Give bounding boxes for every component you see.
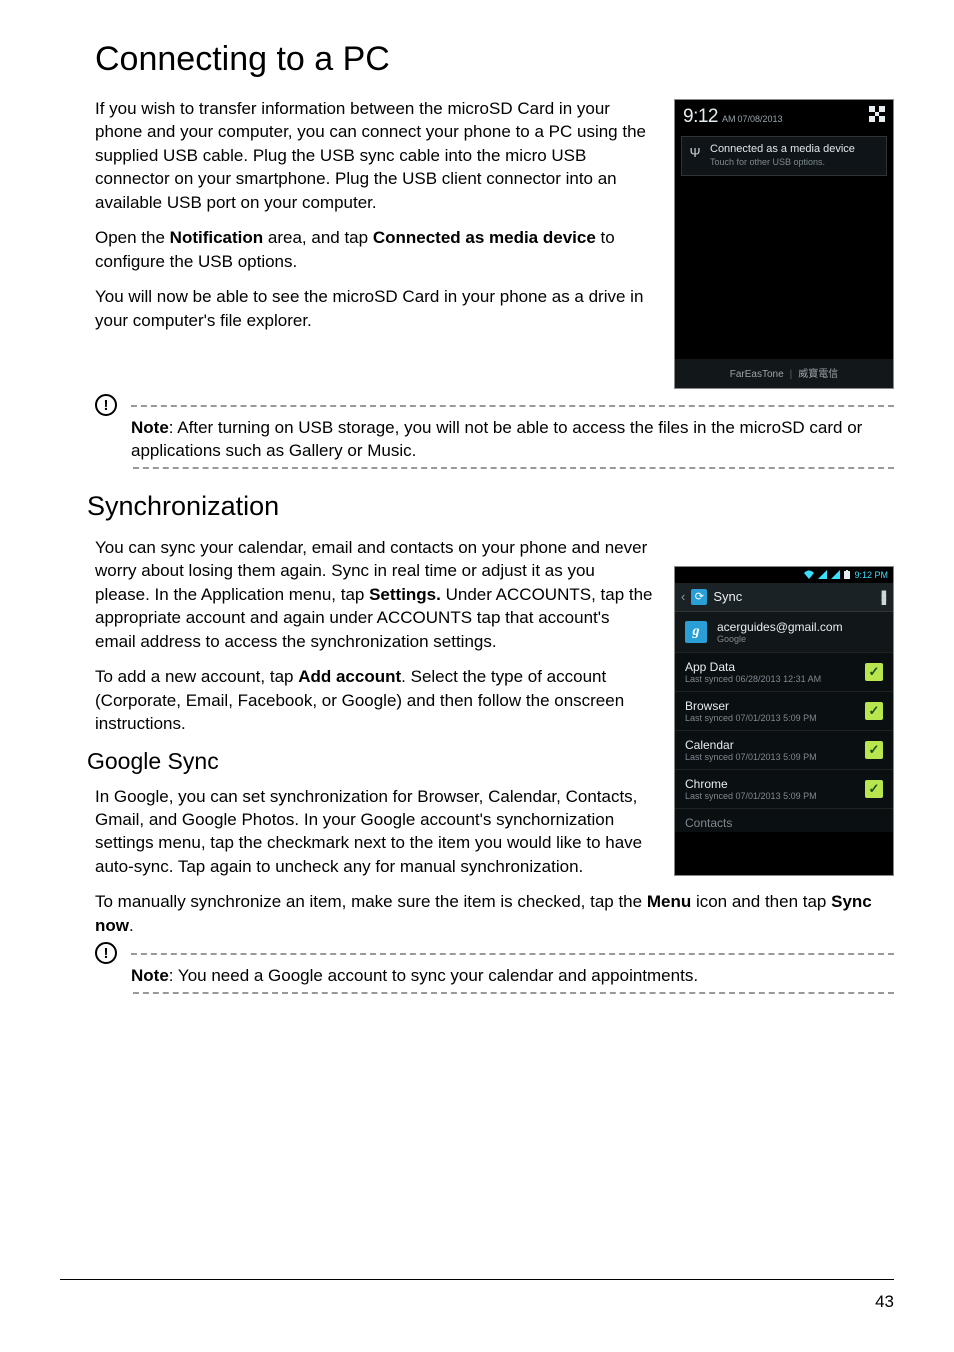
sync-item: CalendarLast synced 07/01/2013 5:09 PM ✓	[675, 731, 893, 770]
para-5: To add a new account, tap Add account. S…	[95, 665, 654, 735]
carrier-left: FarEasTone	[730, 369, 784, 380]
para-2-d: Connected as media device	[373, 228, 596, 247]
wifi-icon	[804, 570, 814, 579]
para-4-b: Settings.	[369, 585, 441, 604]
account-email: acerguides@gmail.com	[717, 620, 843, 634]
para-1: If you wish to transfer information betw…	[95, 97, 654, 214]
heading-google-sync: Google Sync	[87, 748, 654, 775]
menu-icon: ∎∎∎	[880, 591, 887, 603]
sync-item-name: App Data	[685, 660, 821, 674]
status-bar: 9:12 AM07/08/2013	[675, 100, 893, 132]
heading-synchronization: Synchronization	[87, 491, 894, 522]
para-7-a: To manually synchronize an item, make su…	[95, 892, 647, 911]
notification-item: Ψ Connected as a media device Touch for …	[681, 136, 887, 176]
sync-item-sub: Last synced 06/28/2013 12:31 AM	[685, 674, 821, 684]
sync-item-sub: Last synced 07/01/2013 5:09 PM	[685, 791, 817, 801]
note-1-body: : After turning on USB storage, you will…	[131, 418, 862, 460]
sync-header: ‹ ⟳ Sync ∎∎∎	[675, 583, 893, 612]
page-number: 43	[875, 1292, 894, 1312]
sync-header-title: Sync	[713, 589, 742, 604]
note-2: ! Note: You need a Google account to syn…	[95, 953, 894, 993]
para-2: Open the Notification area, and tap Conn…	[95, 226, 654, 273]
screenshot-notification-panel: 9:12 AM07/08/2013 Ψ Connected as a media…	[674, 99, 894, 389]
para-7-e: .	[129, 916, 134, 935]
carrier-right: 威寶電信	[798, 369, 838, 380]
notification-title: Connected as a media device	[710, 143, 878, 155]
status-ampm: AM	[720, 114, 736, 124]
checkmark-icon: ✓	[865, 663, 883, 681]
para-5-b: Add account	[298, 667, 401, 686]
para-4: You can sync your calendar, email and co…	[95, 536, 654, 653]
account-provider: Google	[717, 634, 843, 644]
para-7-b: Menu	[647, 892, 691, 911]
note-icon: !	[95, 394, 117, 416]
quick-settings-icon	[869, 106, 885, 122]
checkmark-icon: ✓	[865, 702, 883, 720]
usb-icon: Ψ	[688, 145, 702, 159]
para-2-a: Open the	[95, 228, 170, 247]
sync-item-name: Browser	[685, 699, 817, 713]
signal-icon	[818, 570, 827, 579]
status-time-2: 9:12 PM	[854, 570, 888, 580]
para-2-c: area, and tap	[263, 228, 373, 247]
note-2-text: Note: You need a Google account to sync …	[131, 964, 894, 987]
para-5-a: To add a new account, tap	[95, 667, 298, 686]
sync-item-partial: Contacts	[675, 809, 893, 832]
sync-item-partial-name: Contacts	[685, 816, 732, 830]
note-2-label: Note	[131, 966, 169, 985]
checkmark-icon: ✓	[865, 741, 883, 759]
para-2-b: Notification	[170, 228, 264, 247]
footer-rule	[60, 1279, 894, 1280]
signal-icon-2	[831, 570, 840, 579]
para-7: To manually synchronize an item, make su…	[95, 890, 894, 937]
back-icon: ‹	[681, 589, 685, 604]
carrier-label: FarEasTone | 威寶電信	[675, 359, 893, 388]
sync-item-name: Calendar	[685, 738, 817, 752]
sync-item-name: Chrome	[685, 777, 817, 791]
note-1-text: Note: After turning on USB storage, you …	[131, 416, 894, 463]
page-title: Connecting to a PC	[95, 40, 894, 79]
checkmark-icon: ✓	[865, 780, 883, 798]
status-time: 9:12	[683, 106, 718, 127]
para-3: You will now be able to see the microSD …	[95, 285, 654, 332]
status-bar-2: 9:12 PM	[675, 567, 893, 583]
google-icon: g	[685, 621, 707, 643]
para-6: In Google, you can set synchronization f…	[95, 785, 654, 879]
battery-icon	[844, 570, 850, 579]
account-row: g acerguides@gmail.com Google	[675, 612, 893, 653]
sync-item: App DataLast synced 06/28/2013 12:31 AM ✓	[675, 653, 893, 692]
screenshot-sync-settings: 9:12 PM ‹ ⟳ Sync ∎∎∎ g acerguides@gmail.…	[674, 566, 894, 876]
sync-item-sub: Last synced 07/01/2013 5:09 PM	[685, 752, 817, 762]
note-icon-2: !	[95, 942, 117, 964]
para-7-c: icon and then tap	[691, 892, 831, 911]
status-date: 07/08/2013	[738, 114, 783, 124]
notification-sub: Touch for other USB options.	[710, 157, 878, 167]
note-1-label: Note	[131, 418, 169, 437]
note-1: ! Note: After turning on USB storage, yo…	[95, 405, 894, 469]
carrier-divider: |	[790, 369, 793, 380]
sync-item-sub: Last synced 07/01/2013 5:09 PM	[685, 713, 817, 723]
note-2-body: : You need a Google account to sync your…	[169, 966, 698, 985]
sync-icon: ⟳	[691, 589, 707, 605]
sync-item: BrowserLast synced 07/01/2013 5:09 PM ✓	[675, 692, 893, 731]
sync-item: ChromeLast synced 07/01/2013 5:09 PM ✓	[675, 770, 893, 809]
